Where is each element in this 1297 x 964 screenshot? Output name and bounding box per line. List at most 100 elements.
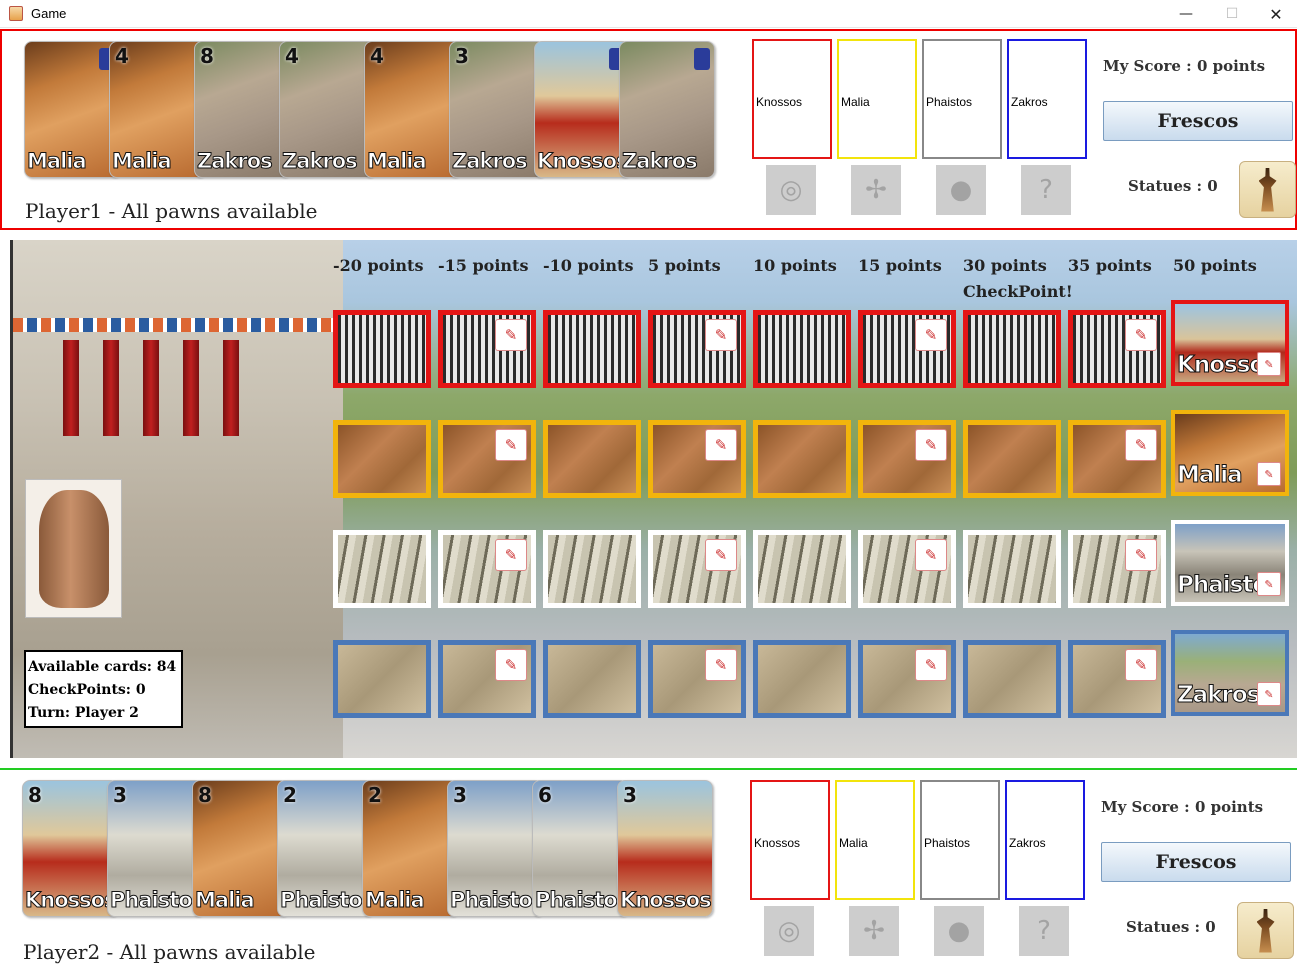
hand-card-malia[interactable]: 4 Malia bbox=[109, 41, 205, 178]
palace-label: Knossos bbox=[756, 95, 803, 109]
board-tile-malia[interactable]: ✎ bbox=[858, 420, 956, 498]
bird-icon[interactable]: ✢ bbox=[849, 906, 899, 956]
board-tile-malia[interactable] bbox=[753, 420, 851, 498]
card-number: 3 bbox=[113, 783, 127, 807]
score-track-label: 50 points bbox=[1173, 256, 1257, 275]
score-track-label: 10 points bbox=[753, 256, 837, 275]
board-tile-phaistos[interactable] bbox=[753, 530, 851, 608]
player2-palace-malia[interactable]: Malia bbox=[835, 780, 915, 900]
coin-icon[interactable]: ● bbox=[936, 165, 986, 215]
board-tile-zakros[interactable] bbox=[333, 640, 431, 718]
hand-card-knossos[interactable]: 8 Knossos bbox=[22, 780, 118, 917]
player2-frescos-button[interactable]: Frescos bbox=[1101, 842, 1291, 882]
fresco-stamp-icon: ✎ bbox=[1125, 649, 1157, 681]
hand-card-zakros[interactable]: 3 Zakros bbox=[449, 41, 545, 178]
card-number: 8 bbox=[198, 783, 212, 807]
disc-icon[interactable]: ◎ bbox=[766, 165, 816, 215]
hand-card-phaistos[interactable]: 6 Phaistos bbox=[532, 780, 628, 917]
player1-status-label: Player1 - All pawns available bbox=[25, 199, 318, 223]
hand-card-malia[interactable]: 2 Malia bbox=[362, 780, 458, 917]
maximize-button[interactable]: ☐ bbox=[1209, 0, 1255, 28]
hand-card-malia[interactable]: 8 Malia bbox=[192, 780, 288, 917]
player2-palace-zakros[interactable]: Zakros bbox=[1005, 780, 1085, 900]
board-tile-zakros[interactable] bbox=[963, 640, 1061, 718]
hand-card-zakros[interactable]: 4 Zakros bbox=[279, 41, 375, 178]
hand-card-phaistos[interactable]: 3 Phaistos bbox=[107, 780, 203, 917]
palace-tile-knossos[interactable]: Knossos ✎ bbox=[1171, 300, 1289, 386]
player1-palace-malia[interactable]: Malia bbox=[837, 39, 917, 159]
player1-palace-knossos[interactable]: Knossos bbox=[752, 39, 832, 159]
board-tile-knossos[interactable] bbox=[753, 310, 851, 388]
player1-palace-zakros[interactable]: Zakros bbox=[1007, 39, 1087, 159]
board-tile-malia[interactable] bbox=[963, 420, 1061, 498]
palace-tile-label: Malia bbox=[1177, 462, 1244, 489]
hand-card-zakros[interactable]: 8 Zakros bbox=[194, 41, 290, 178]
board-tile-malia[interactable]: ✎ bbox=[438, 420, 536, 498]
hand-card-malia[interactable]: Malia bbox=[24, 41, 120, 178]
amphora-question-icon[interactable]: ? bbox=[1021, 165, 1071, 215]
player2-palace-phaistos[interactable]: Phaistos bbox=[920, 780, 1000, 900]
hand-card-malia[interactable]: 4 Malia bbox=[364, 41, 460, 178]
palace-tile-zakros[interactable]: Zakros ✎ bbox=[1171, 630, 1289, 716]
board-tile-knossos[interactable] bbox=[963, 310, 1061, 388]
hand-card-zakros[interactable]: Zakros bbox=[619, 41, 715, 178]
disc-icon[interactable]: ◎ bbox=[764, 906, 814, 956]
board-tile-knossos[interactable]: ✎ bbox=[858, 310, 956, 388]
board-tile-malia[interactable] bbox=[333, 420, 431, 498]
board-tile-zakros[interactable]: ✎ bbox=[438, 640, 536, 718]
coin-icon[interactable]: ● bbox=[934, 906, 984, 956]
palace-column bbox=[223, 340, 239, 436]
board-tile-malia[interactable] bbox=[543, 420, 641, 498]
bird-icon[interactable]: ✢ bbox=[851, 165, 901, 215]
window-titlebar: Game — ☐ ✕ bbox=[0, 0, 1297, 28]
player2-palace-knossos[interactable]: Knossos bbox=[750, 780, 830, 900]
palace-column bbox=[143, 340, 159, 436]
palace-tile-phaistos[interactable]: Phaistos ✎ bbox=[1171, 520, 1289, 606]
turn-label: Turn: Player 2 bbox=[28, 705, 139, 721]
board-tile-knossos[interactable] bbox=[543, 310, 641, 388]
board-tile-phaistos[interactable]: ✎ bbox=[858, 530, 956, 608]
board-tile-malia[interactable]: ✎ bbox=[648, 420, 746, 498]
palace-tile-malia[interactable]: Malia ✎ bbox=[1171, 410, 1289, 496]
card-number: 3 bbox=[623, 783, 637, 807]
board-tile-phaistos[interactable] bbox=[333, 530, 431, 608]
board-tile-knossos[interactable]: ✎ bbox=[648, 310, 746, 388]
board-tile-phaistos[interactable] bbox=[543, 530, 641, 608]
board-tile-knossos[interactable]: ✎ bbox=[1068, 310, 1166, 388]
score-track-label: 35 points bbox=[1068, 256, 1152, 275]
board-tile-zakros[interactable]: ✎ bbox=[858, 640, 956, 718]
board-tile-malia[interactable]: ✎ bbox=[1068, 420, 1166, 498]
score-track-label: -10 points bbox=[543, 256, 634, 275]
palace-label: Knossos bbox=[754, 836, 801, 850]
palace-label: Zakros bbox=[1011, 95, 1048, 109]
hand-card-knossos[interactable]: 3 Knossos bbox=[617, 780, 713, 917]
amphora-question-icon[interactable]: ? bbox=[1019, 906, 1069, 956]
board-tile-zakros[interactable] bbox=[543, 640, 641, 718]
close-button[interactable]: ✕ bbox=[1253, 0, 1297, 28]
minimize-button[interactable]: — bbox=[1163, 0, 1209, 28]
minoan-figure-icon bbox=[694, 48, 710, 70]
hand-card-phaistos[interactable]: 3 Phaistos bbox=[447, 780, 543, 917]
player1-frescos-button[interactable]: Frescos bbox=[1103, 101, 1293, 141]
card-number: 4 bbox=[115, 44, 129, 68]
snake-goddess-icon[interactable] bbox=[1239, 161, 1296, 218]
card-number: 2 bbox=[368, 783, 382, 807]
score-track-label: -15 points bbox=[438, 256, 529, 275]
board-tile-phaistos[interactable]: ✎ bbox=[1068, 530, 1166, 608]
board-tile-knossos[interactable]: ✎ bbox=[438, 310, 536, 388]
board-tile-phaistos[interactable]: ✎ bbox=[438, 530, 536, 608]
player1-palace-phaistos[interactable]: Phaistos bbox=[922, 39, 1002, 159]
board-tile-zakros[interactable] bbox=[753, 640, 851, 718]
hand-card-phaistos[interactable]: 2 Phaistos bbox=[277, 780, 373, 917]
palace-tile-label: Zakros bbox=[1176, 682, 1260, 709]
board-tile-phaistos[interactable] bbox=[963, 530, 1061, 608]
board-tile-zakros[interactable]: ✎ bbox=[648, 640, 746, 718]
board-tile-knossos[interactable] bbox=[333, 310, 431, 388]
board-tile-zakros[interactable]: ✎ bbox=[1068, 640, 1166, 718]
vase-card-deck[interactable] bbox=[25, 479, 122, 618]
hand-card-knossos[interactable]: Knossos bbox=[534, 41, 630, 178]
player2-statues-count: Statues : 0 bbox=[1126, 918, 1216, 936]
score-track-label: 15 points bbox=[858, 256, 942, 275]
snake-goddess-icon[interactable] bbox=[1237, 902, 1294, 959]
board-tile-phaistos[interactable]: ✎ bbox=[648, 530, 746, 608]
